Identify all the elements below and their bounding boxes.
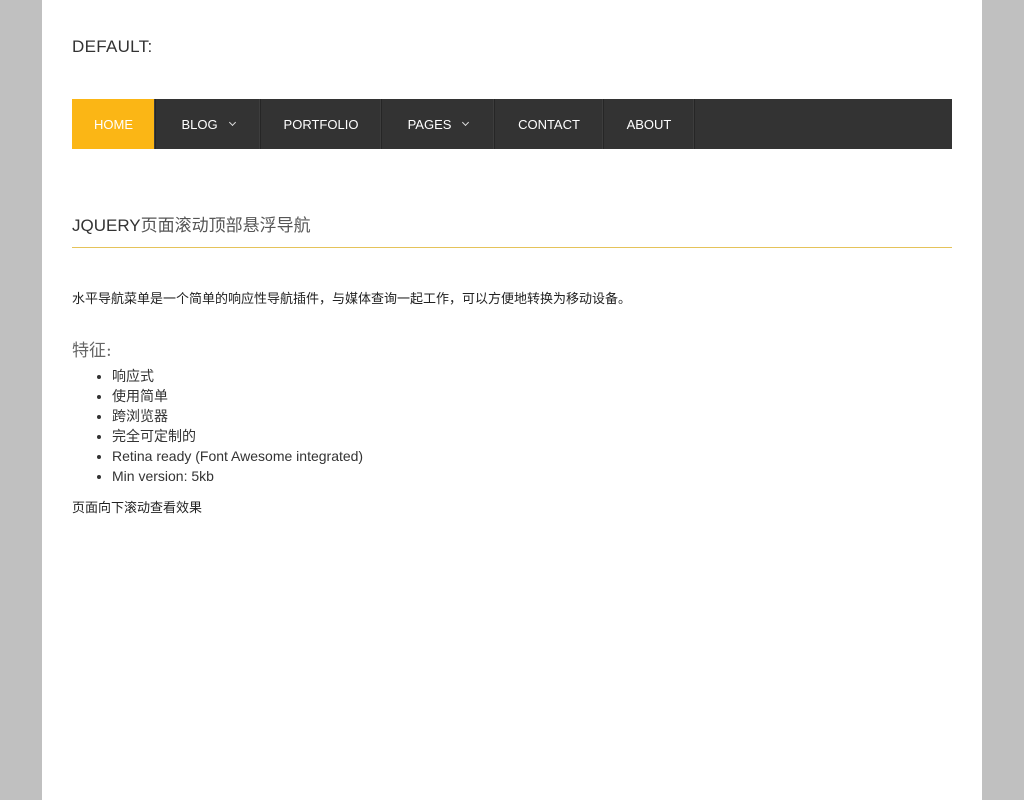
feature-item: 使用简单 <box>112 386 363 406</box>
nav-item-about[interactable]: ABOUT <box>604 99 695 149</box>
feature-item: 完全可定制的 <box>112 426 363 446</box>
nav-item-label: PORTFOLIO <box>283 116 359 132</box>
feature-item: 跨浏览器 <box>112 406 363 426</box>
page-container: DEFAULT: HOME BLOG PORTFOLIO PAGES CONTA… <box>42 0 982 800</box>
features-title: 特征: <box>72 341 112 361</box>
nav-item-portfolio[interactable]: PORTFOLIO <box>261 99 382 149</box>
nav-item-label: BLOG <box>181 116 218 132</box>
nav-item-contact[interactable]: CONTACT <box>495 99 604 149</box>
nav-item-blog[interactable]: BLOG <box>156 99 261 149</box>
intro-paragraph: 水平导航菜单是一个简单的响应性导航插件，与媒体查询一起工作，可以方便地转换为移动… <box>72 292 632 307</box>
nav-item-label: CONTACT <box>518 116 580 132</box>
site-title: DEFAULT: <box>72 37 153 56</box>
nav-item-label: HOME <box>94 116 133 132</box>
nav-item-label: PAGES <box>407 116 452 132</box>
article-title: JQUERY页面滚动顶部悬浮导航 <box>72 214 952 238</box>
chevron-down-icon <box>462 118 470 126</box>
features-list: 响应式 使用简单 跨浏览器 完全可定制的 Retina ready (Font … <box>72 366 363 486</box>
article-heading: JQUERY页面滚动顶部悬浮导航 <box>72 214 952 248</box>
feature-item: Min version: 5kb <box>112 466 363 486</box>
article-title-latin: JQUERY <box>72 216 141 235</box>
scroll-note: 页面向下滚动查看效果 <box>72 501 203 516</box>
nav-item-home[interactable]: HOME <box>72 99 156 149</box>
main-nav: HOME BLOG PORTFOLIO PAGES CONTACT ABOUT <box>72 99 952 149</box>
feature-item: 响应式 <box>112 366 363 386</box>
nav-item-label: ABOUT <box>626 116 672 132</box>
feature-item: Retina ready (Font Awesome integrated) <box>112 446 363 466</box>
chevron-down-icon <box>228 118 236 126</box>
article-title-chinese: 页面滚动顶部悬浮导航 <box>140 216 311 236</box>
nav-item-pages[interactable]: PAGES <box>382 99 495 149</box>
